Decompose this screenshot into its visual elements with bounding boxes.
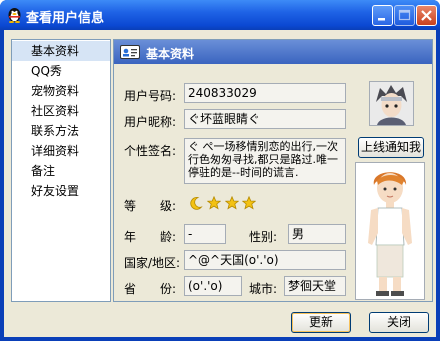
panel-header: 基本资料 — [114, 40, 432, 64]
sidebar-item-notes[interactable]: 备注 — [12, 161, 110, 181]
star-icon — [206, 196, 221, 210]
nickname-field[interactable]: ぐ坏蓝眼睛ぐ — [184, 109, 346, 129]
notify-online-button[interactable]: 上线通知我 — [358, 137, 424, 158]
country-label: 国家/地区: — [124, 256, 181, 270]
user-avatar — [369, 81, 414, 126]
gender-label: 性别: — [249, 230, 278, 244]
country-field[interactable]: ^@^天国(o'.'o) — [184, 250, 346, 270]
refresh-button[interactable]: 更新 — [291, 312, 351, 333]
level-label: 等 级: — [124, 199, 177, 213]
province-label: 省 份: — [124, 282, 177, 296]
city-label: 城市: — [249, 282, 278, 296]
qq-penguin-icon — [8, 8, 21, 23]
gender-field[interactable]: 男 — [288, 224, 346, 244]
level-indicator — [189, 196, 257, 210]
minimize-icon — [378, 18, 385, 21]
city-field[interactable]: 梦徊天堂 — [284, 276, 346, 296]
moon-icon — [190, 197, 203, 210]
age-label: 年 龄: — [124, 230, 177, 244]
sidebar-item-contact[interactable]: 联系方法 — [12, 121, 110, 141]
id-card-icon — [120, 45, 140, 59]
panel-title: 基本资料 — [146, 47, 195, 61]
maximize-button[interactable] — [394, 5, 415, 26]
province-field[interactable]: (o'.'o) — [184, 276, 242, 296]
sidebar-item-qq-show[interactable]: QQ秀 — [12, 61, 110, 81]
sidebar-item-pet-info[interactable]: 宠物资料 — [12, 81, 110, 101]
category-sidebar: 基本资料 QQ秀 宠物资料 社区资料 联系方法 详细资料 备注 好友设置 — [11, 39, 111, 302]
qq-show-figure — [355, 162, 425, 300]
close-window-button[interactable] — [416, 5, 437, 26]
dialog-body: 基本资料 QQ秀 宠物资料 社区资料 联系方法 详细资料 备注 好友设置 基本资… — [4, 30, 436, 337]
nickname-label: 用户昵称: — [124, 115, 177, 129]
sidebar-item-details[interactable]: 详细资料 — [12, 141, 110, 161]
star-icon — [242, 196, 257, 210]
minimize-button[interactable] — [372, 5, 393, 26]
signature-field[interactable]: ぐ ぺ一场移情别恋的出行,一次行色匆匆寻找,都只是路过.唯一停驻的是--时间的谎… — [184, 138, 346, 184]
avatar-portrait-icon — [370, 82, 413, 125]
age-field[interactable]: - — [184, 224, 226, 244]
sidebar-item-friend-settings[interactable]: 好友设置 — [12, 181, 110, 201]
qq-show-character-icon — [368, 172, 412, 296]
user-id-field[interactable]: 240833029 — [184, 83, 346, 103]
maximize-icon — [398, 9, 411, 21]
user-info-window: 查看用户信息 基本资料 QQ秀 宠物资料 社区资料 联系方法 详细资料 备注 好… — [0, 0, 440, 341]
sidebar-item-basic-info[interactable]: 基本资料 — [12, 41, 110, 61]
basic-info-panel: 基本资料 用户号码: 240833029 用户昵称: ぐ坏蓝眼睛ぐ 个性签名: … — [113, 39, 433, 302]
close-icon — [421, 10, 432, 21]
signature-label: 个性签名: — [124, 144, 177, 158]
star-icon — [224, 196, 239, 210]
window-title: 查看用户信息 — [26, 11, 105, 26]
close-button[interactable]: 关闭 — [369, 312, 429, 333]
sidebar-item-community-info[interactable]: 社区资料 — [12, 101, 110, 121]
title-bar[interactable]: 查看用户信息 — [0, 0, 440, 30]
user-id-label: 用户号码: — [124, 89, 177, 103]
